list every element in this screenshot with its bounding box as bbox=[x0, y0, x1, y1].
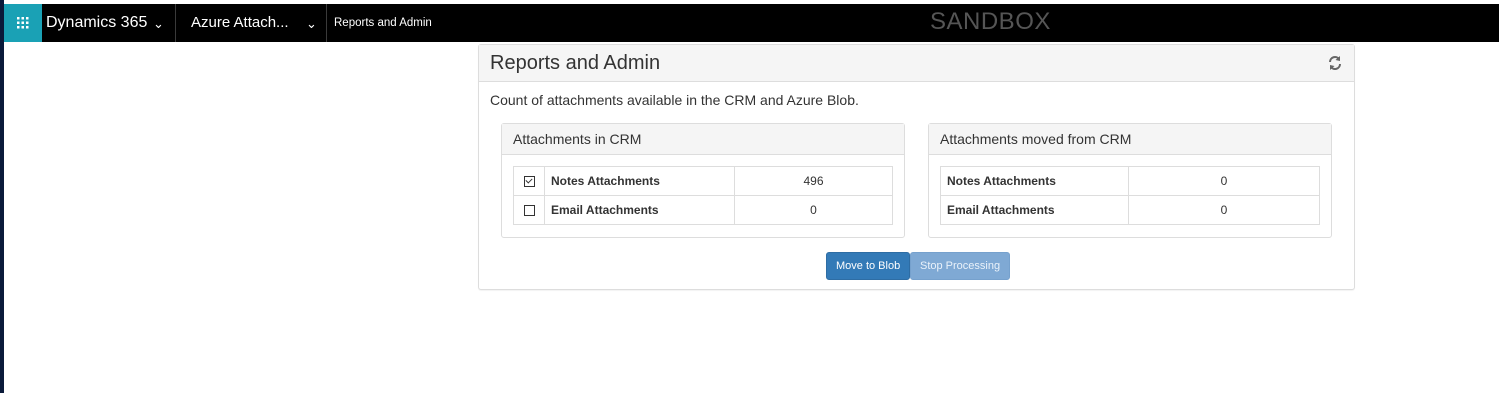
attachments-moved-title: Attachments moved from CRM bbox=[929, 124, 1331, 155]
breadcrumb[interactable]: Reports and Admin bbox=[334, 4, 432, 42]
chevron-down-icon[interactable]: ⌄ bbox=[306, 4, 317, 42]
window-edge bbox=[0, 0, 4, 393]
row-count: 0 bbox=[1128, 166, 1320, 196]
chevron-down-icon[interactable]: ⌄ bbox=[153, 4, 164, 42]
stop-processing-button[interactable]: Stop Processing bbox=[910, 252, 1011, 280]
attachments-moved-panel: Attachments moved from CRM Notes Attachm… bbox=[928, 123, 1332, 238]
table-row: Notes Attachments 496 bbox=[513, 166, 893, 196]
attachments-in-crm-title: Attachments in CRM bbox=[502, 124, 904, 155]
attachments-in-crm-panel: Attachments in CRM Notes Attachments 496… bbox=[501, 123, 905, 238]
crm-attachments-table: Notes Attachments 496 Email Attachments … bbox=[513, 166, 893, 225]
row-count: 0 bbox=[734, 195, 893, 225]
move-to-blob-button[interactable]: Move to Blob bbox=[826, 252, 911, 280]
nav-divider bbox=[326, 4, 327, 42]
table-row: Email Attachments 0 bbox=[513, 195, 893, 225]
app-name[interactable]: Dynamics 365 bbox=[46, 4, 147, 42]
top-nav-bar: Dynamics 365 ⌄ Azure Attach... ⌄ Reports… bbox=[4, 4, 1499, 42]
moved-attachments-table: Notes Attachments 0 Email Attachments 0 bbox=[940, 166, 1320, 225]
row-checkbox-cell[interactable] bbox=[513, 166, 545, 196]
checkbox-unchecked[interactable] bbox=[523, 205, 535, 217]
row-label: Notes Attachments bbox=[544, 166, 735, 196]
app-launcher-icon[interactable] bbox=[4, 4, 42, 42]
panel-header: Reports and Admin bbox=[479, 45, 1354, 82]
environment-label: SANDBOX bbox=[930, 8, 1051, 35]
row-label: Email Attachments bbox=[544, 195, 735, 225]
table-row: Email Attachments 0 bbox=[940, 195, 1320, 225]
row-label: Email Attachments bbox=[940, 195, 1129, 225]
row-count: 0 bbox=[1128, 195, 1320, 225]
panel-description: Count of attachments available in the CR… bbox=[490, 92, 859, 108]
nav-divider bbox=[175, 4, 176, 42]
table-row: Notes Attachments 0 bbox=[940, 166, 1320, 196]
row-checkbox-cell[interactable] bbox=[513, 195, 545, 225]
area-name[interactable]: Azure Attach... bbox=[191, 4, 289, 42]
row-label: Notes Attachments bbox=[940, 166, 1129, 196]
row-count: 496 bbox=[734, 166, 893, 196]
refresh-icon[interactable] bbox=[1326, 54, 1344, 72]
page-title: Reports and Admin bbox=[490, 52, 661, 74]
checkbox-checked[interactable] bbox=[523, 176, 535, 188]
reports-admin-panel: Reports and Admin Count of attachments a… bbox=[478, 44, 1355, 290]
